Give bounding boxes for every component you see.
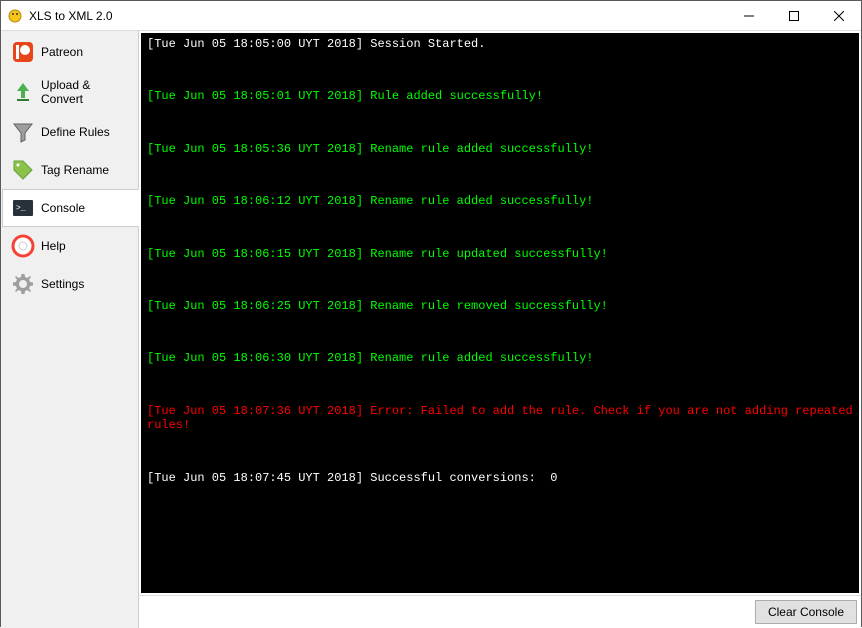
sidebar-item-define-rules[interactable]: Define Rules	[2, 113, 137, 151]
patreon-icon	[11, 40, 35, 64]
sidebar-item-tag-rename[interactable]: Tag Rename	[2, 151, 137, 189]
content-area: [Tue Jun 05 18:05:00 UYT 2018] Session S…	[139, 31, 861, 628]
sidebar-item-upload-convert[interactable]: Upload & Convert	[2, 71, 137, 113]
console-icon: >_	[11, 196, 35, 220]
sidebar-item-console[interactable]: >_ Console	[2, 189, 139, 227]
console-line: [Tue Jun 05 18:07:45 UYT 2018] Successfu…	[147, 471, 853, 485]
sidebar-item-label: Upload & Convert	[41, 78, 128, 106]
sidebar-item-label: Help	[41, 239, 66, 253]
svg-text:>_: >_	[16, 204, 26, 213]
sidebar-item-label: Define Rules	[41, 125, 110, 139]
sidebar-item-label: Console	[41, 201, 85, 215]
maximize-button[interactable]	[771, 1, 816, 30]
app-icon	[7, 8, 23, 24]
sidebar-item-label: Patreon	[41, 45, 83, 59]
sidebar: Patreon Upload & Convert Define Rules Ta…	[1, 31, 139, 628]
clear-console-button[interactable]: Clear Console	[755, 600, 857, 624]
sidebar-item-settings[interactable]: Settings	[2, 265, 137, 303]
tag-icon	[11, 158, 35, 182]
console-output[interactable]: [Tue Jun 05 18:05:00 UYT 2018] Session S…	[141, 33, 859, 593]
console-line: [Tue Jun 05 18:06:12 UYT 2018] Rename ru…	[147, 194, 853, 208]
titlebar: XLS to XML 2.0	[1, 1, 861, 31]
console-line: [Tue Jun 05 18:05:00 UYT 2018] Session S…	[147, 37, 853, 51]
main-area: Patreon Upload & Convert Define Rules Ta…	[1, 31, 861, 628]
console-line: [Tue Jun 05 18:06:25 UYT 2018] Rename ru…	[147, 299, 853, 313]
console-line: [Tue Jun 05 18:06:15 UYT 2018] Rename ru…	[147, 247, 853, 261]
minimize-button[interactable]	[726, 1, 771, 30]
sidebar-item-label: Settings	[41, 277, 84, 291]
console-line: [Tue Jun 05 18:06:30 UYT 2018] Rename ru…	[147, 351, 853, 365]
close-button[interactable]	[816, 1, 861, 30]
upload-icon	[11, 80, 35, 104]
sidebar-item-patreon[interactable]: Patreon	[2, 33, 137, 71]
window-title: XLS to XML 2.0	[29, 9, 726, 23]
help-icon	[11, 234, 35, 258]
bottom-bar: Clear Console	[139, 595, 861, 628]
console-line: [Tue Jun 05 18:05:01 UYT 2018] Rule adde…	[147, 89, 853, 103]
funnel-icon	[11, 120, 35, 144]
sidebar-item-help[interactable]: Help	[2, 227, 137, 265]
console-line: [Tue Jun 05 18:07:36 UYT 2018] Error: Fa…	[147, 404, 853, 433]
console-line: [Tue Jun 05 18:05:36 UYT 2018] Rename ru…	[147, 142, 853, 156]
gear-icon	[11, 272, 35, 296]
sidebar-item-label: Tag Rename	[41, 163, 109, 177]
window-controls	[726, 1, 861, 30]
